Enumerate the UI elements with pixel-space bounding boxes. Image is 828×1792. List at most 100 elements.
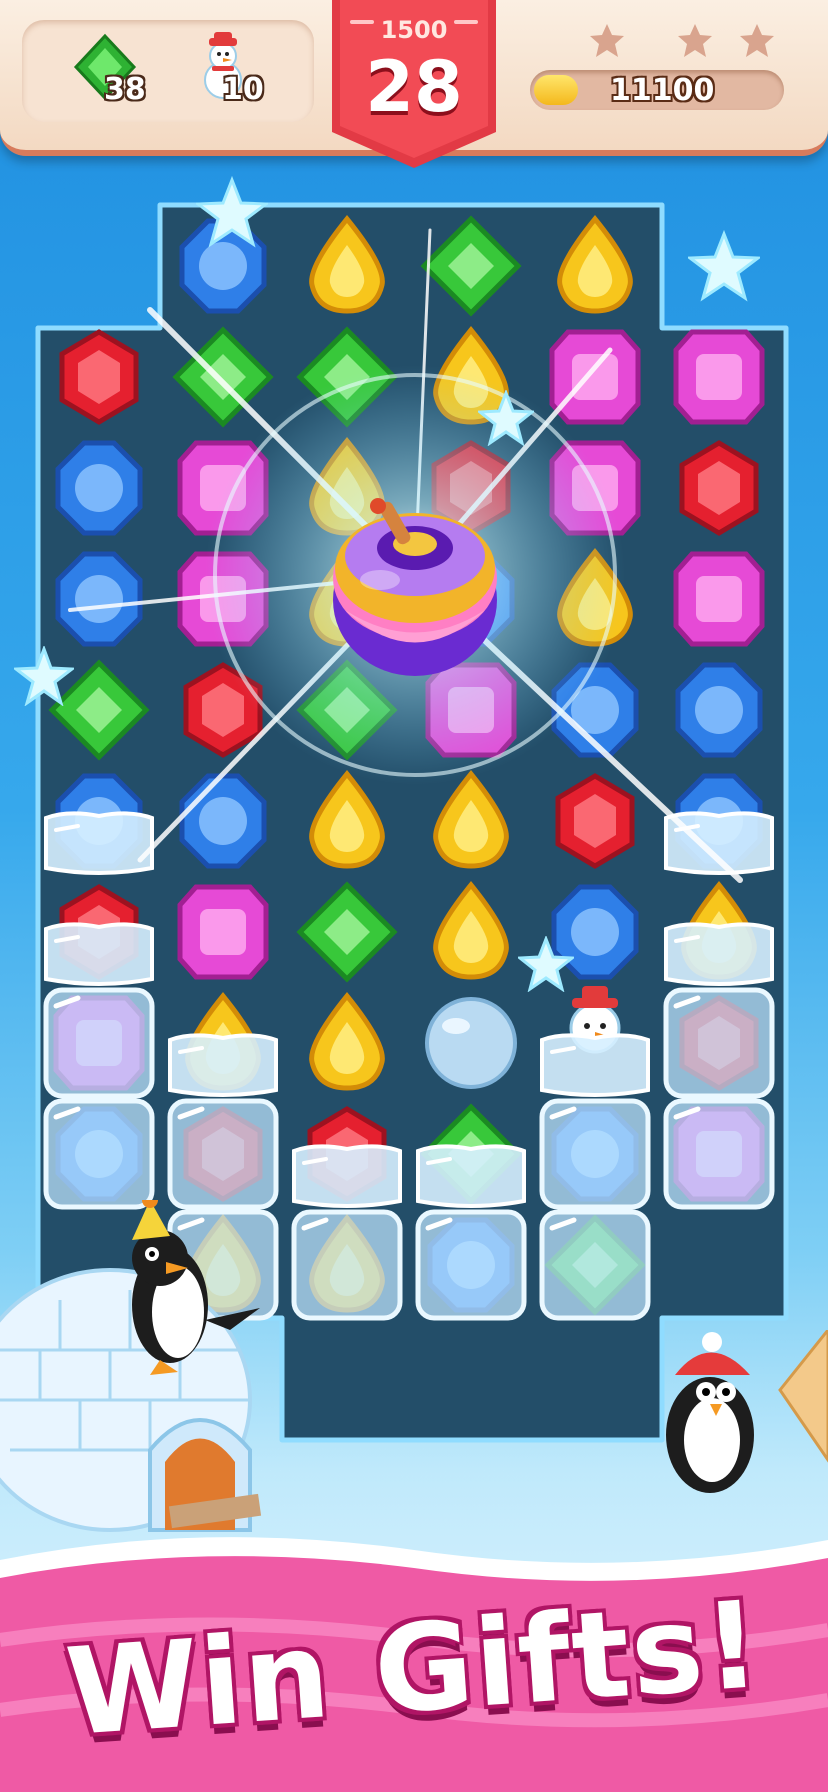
yellow-gem-tile[interactable]: [286, 1204, 408, 1326]
promo-banner: Win Gifts!: [0, 1520, 828, 1792]
green-icon: [296, 881, 398, 983]
yellow-icon: [557, 215, 633, 314]
blue-icon: [55, 551, 143, 647]
yellow-gem-tile[interactable]: [658, 871, 780, 993]
star-empty-icon: [590, 24, 624, 57]
yellow-gem-tile[interactable]: [286, 760, 408, 882]
pink-icon: [663, 1098, 775, 1210]
red-icon: [663, 987, 775, 1099]
green-icon: [416, 1103, 526, 1208]
pink-gem-tile[interactable]: [658, 1093, 780, 1215]
target-score: 1500: [380, 16, 448, 44]
pink-icon: [43, 987, 155, 1099]
red-gem-tile[interactable]: [38, 871, 160, 993]
yellow-icon: [664, 881, 774, 986]
score-progress-bar: 11100: [530, 70, 784, 110]
yellow-icon: [168, 992, 278, 1097]
score-value: 11100: [610, 73, 715, 108]
red-gem-tile[interactable]: [38, 316, 160, 438]
blue-gem-tile[interactable]: [38, 760, 160, 882]
pink-gem-tile[interactable]: [162, 538, 284, 660]
sparkle-star-icon: [478, 390, 534, 446]
pink-icon: [177, 884, 269, 980]
blue-icon: [539, 1098, 651, 1210]
blue-gem-tile[interactable]: [658, 649, 780, 771]
yellow-gem-tile[interactable]: [534, 205, 656, 327]
star-empty-icon: [678, 24, 712, 57]
green-icon: [296, 326, 398, 428]
blue-icon: [664, 773, 774, 875]
pink-icon: [549, 440, 641, 536]
red-icon: [292, 1106, 402, 1208]
blue-icon: [44, 773, 154, 875]
green-gem-tile[interactable]: [410, 1093, 532, 1215]
pink-icon: [177, 551, 269, 647]
blue-gem-tile[interactable]: [534, 1093, 656, 1215]
pink-gem-tile[interactable]: [534, 427, 656, 549]
green-gem-tile[interactable]: [162, 316, 284, 438]
sparkle-star-icon: [14, 646, 74, 706]
blue-icon: [43, 1098, 155, 1210]
green-icon: [420, 215, 522, 317]
yellow-icon: [291, 1209, 403, 1321]
snowball-icon: [425, 997, 517, 1089]
red-gem-tile[interactable]: [286, 1093, 408, 1215]
yellow-icon: [309, 992, 385, 1091]
yellow-icon: [557, 548, 633, 647]
sparkle-star-icon: [196, 176, 268, 248]
star-empty-icon: [740, 24, 774, 57]
goal-snowman: 10: [188, 32, 298, 112]
pink-gem-tile[interactable]: [162, 427, 284, 549]
sparkle-star-icon: [688, 230, 760, 302]
blue-gem-tile[interactable]: [38, 427, 160, 549]
snowman-tile[interactable]: [534, 982, 656, 1104]
red-gem-tile[interactable]: [162, 649, 284, 771]
red-icon: [183, 662, 263, 758]
pink-gem-tile[interactable]: [534, 316, 656, 438]
igloo-penguin-decoration: [0, 1200, 262, 1532]
blue-gem-tile[interactable]: [410, 1204, 532, 1326]
red-icon: [679, 440, 759, 536]
snowball-tile[interactable]: [410, 982, 532, 1104]
pink-gem-tile[interactable]: [38, 982, 160, 1104]
green-gem-tile[interactable]: [410, 205, 532, 327]
yellow-icon: [433, 881, 509, 980]
green-gem-tile[interactable]: [534, 1204, 656, 1326]
goal-count: 10: [222, 72, 264, 107]
pink-gem-tile[interactable]: [162, 871, 284, 993]
yellow-gem-tile[interactable]: [286, 982, 408, 1104]
yellow-gem-tile[interactable]: [410, 760, 532, 882]
red-icon: [167, 1098, 279, 1210]
score-progress-fill: [534, 75, 578, 105]
goal-count: 38: [104, 72, 146, 107]
green-gem-tile[interactable]: [286, 871, 408, 993]
yellow-icon: [309, 770, 385, 869]
pink-gem-tile[interactable]: [658, 316, 780, 438]
green-gem-tile[interactable]: [286, 316, 408, 438]
red-gem-tile[interactable]: [162, 1093, 284, 1215]
yellow-icon: [309, 215, 385, 314]
level-goals-panel: 38 10: [22, 20, 314, 122]
blue-icon: [55, 440, 143, 536]
blue-gem-tile[interactable]: [38, 1093, 160, 1215]
yellow-gem-tile[interactable]: [162, 982, 284, 1104]
blue-gem-tile[interactable]: [658, 760, 780, 882]
red-gem-tile[interactable]: [534, 760, 656, 882]
penguin-decoration: [666, 1330, 828, 1493]
blue-icon: [415, 1209, 527, 1321]
yellow-gem-tile[interactable]: [286, 205, 408, 327]
red-gem-tile[interactable]: [658, 982, 780, 1104]
blue-gem-tile[interactable]: [38, 538, 160, 660]
yellow-gem-tile[interactable]: [410, 871, 532, 993]
red-gem-tile[interactable]: [658, 427, 780, 549]
red-icon: [59, 329, 139, 425]
star-rating: [580, 22, 780, 62]
blue-icon: [551, 662, 639, 758]
pink-gem-tile[interactable]: [658, 538, 780, 660]
blue-gem-tile[interactable]: [534, 649, 656, 771]
blue-gem-tile[interactable]: [162, 760, 284, 882]
bomb-booster-icon[interactable]: [300, 460, 530, 690]
yellow-gem-tile[interactable]: [534, 538, 656, 660]
sparkle-star-icon: [518, 936, 574, 992]
pink-icon: [673, 551, 765, 647]
